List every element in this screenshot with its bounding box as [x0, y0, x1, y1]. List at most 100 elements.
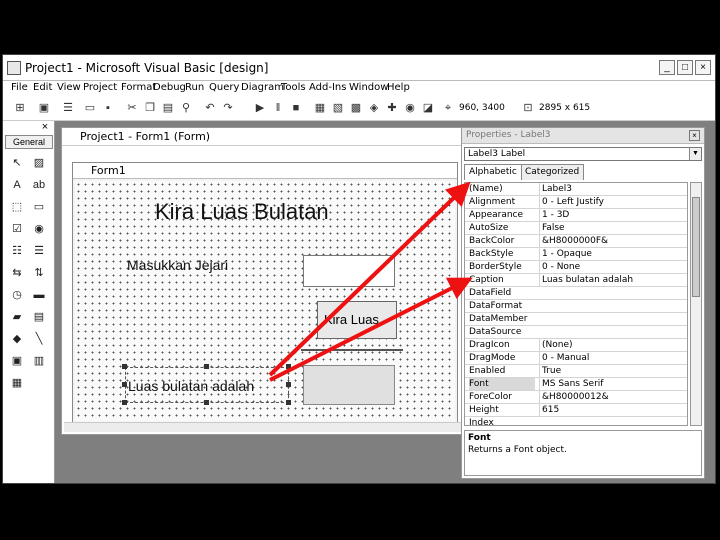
property-row[interactable]: DragMode 0 - Manual — [465, 352, 687, 365]
image-icon[interactable]: ▣ — [9, 353, 25, 369]
commandbutton-icon[interactable]: ▭ — [31, 199, 47, 215]
property-value[interactable]: Label3 — [539, 183, 685, 195]
property-row[interactable]: Caption Luas bulatan adalah — [465, 274, 687, 287]
property-value[interactable]: Luas bulatan adalah — [539, 274, 685, 286]
result-textbox[interactable] — [303, 365, 395, 405]
end-icon[interactable]: ■ — [289, 101, 303, 115]
property-row[interactable]: Index — [465, 417, 687, 425]
toolbox-icon[interactable]: ✚ — [385, 101, 399, 115]
data-icon[interactable]: ▥ — [31, 353, 47, 369]
toolbox-close-button[interactable]: × — [39, 121, 51, 133]
tab-categorized[interactable]: Categorized — [520, 164, 585, 180]
property-row[interactable]: BorderStyle 0 - None — [465, 261, 687, 274]
property-row[interactable]: DataField — [465, 287, 687, 300]
add-project-icon[interactable]: ⊞ — [13, 101, 27, 115]
menu-file[interactable]: File — [11, 82, 28, 93]
resize-handle[interactable] — [122, 382, 127, 387]
cut-icon[interactable]: ✂ — [125, 101, 139, 115]
menu-diagram[interactable]: Diagram — [241, 82, 284, 93]
open-project-icon[interactable]: ▭ — [83, 101, 97, 115]
timer-icon[interactable]: ◷ — [9, 287, 25, 303]
property-row[interactable]: AutoSize False — [465, 222, 687, 235]
redo-icon[interactable]: ↷ — [221, 101, 235, 115]
resize-handle[interactable] — [286, 364, 291, 369]
listbox-icon[interactable]: ☰ — [31, 243, 47, 259]
resize-handle[interactable] — [204, 364, 209, 369]
maximize-button[interactable]: □ — [677, 60, 693, 75]
property-value[interactable]: 615 — [539, 404, 685, 416]
resize-handle[interactable] — [204, 400, 209, 405]
filelistbox-icon[interactable]: ▤ — [31, 309, 47, 325]
menu-view[interactable]: View — [57, 82, 81, 93]
property-value[interactable]: False — [539, 222, 685, 234]
kira-luas-button[interactable]: Kira Luas — [317, 301, 397, 339]
property-row[interactable]: BackStyle 1 - Opaque — [465, 248, 687, 261]
form-canvas[interactable]: Kira Luas Bulatan Masukkan Jejari Kira L… — [75, 181, 455, 421]
menu-debug[interactable]: Debug — [153, 82, 186, 93]
properties-vertical-scrollbar[interactable] — [690, 182, 702, 426]
object-selector[interactable]: Label3 Label ▼ — [464, 147, 702, 161]
toolbox-general-tab[interactable]: General — [5, 135, 53, 149]
checkbox-icon[interactable]: ☑ — [9, 221, 25, 237]
chevron-down-icon[interactable]: ▼ — [689, 148, 701, 160]
radius-textbox[interactable] — [303, 255, 395, 287]
menu-edit[interactable]: Edit — [33, 82, 52, 93]
menu-query[interactable]: Query — [209, 82, 239, 93]
resize-handle[interactable] — [286, 400, 291, 405]
property-row[interactable]: (Name) Label3 — [465, 183, 687, 196]
properties-window-icon[interactable]: ▧ — [331, 101, 345, 115]
data-view-icon[interactable]: ◉ — [403, 101, 417, 115]
menu-tools[interactable]: Tools — [281, 82, 306, 93]
radius-label[interactable]: Masukkan Jejari — [127, 257, 228, 273]
combobox-icon[interactable]: ☷ — [9, 243, 25, 259]
object-browser-icon[interactable]: ◈ — [367, 101, 381, 115]
property-value[interactable]: &H80000012& — [539, 391, 685, 403]
menu-editor-icon[interactable]: ☰ — [61, 101, 75, 115]
save-project-icon[interactable]: ▪ — [101, 101, 115, 115]
line-icon[interactable]: ╲ — [31, 331, 47, 347]
vscrollbar-icon[interactable]: ⇅ — [31, 265, 47, 281]
ole-icon[interactable]: ▦ — [9, 375, 25, 391]
component-manager-icon[interactable]: ◪ — [421, 101, 435, 115]
drivelistbox-icon[interactable]: ▬ — [31, 287, 47, 303]
menu-project[interactable]: Project — [83, 82, 117, 93]
property-value[interactable]: True — [539, 365, 685, 377]
menu-run[interactable]: Run — [185, 82, 204, 93]
property-value[interactable]: MS Sans Serif — [539, 378, 685, 390]
property-value[interactable]: (None) — [539, 339, 685, 351]
menu-add-ins[interactable]: Add-Ins — [309, 82, 346, 93]
form-layout-icon[interactable]: ▩ — [349, 101, 363, 115]
dirlistbox-icon[interactable]: ▰ — [9, 309, 25, 325]
scrollbar-thumb[interactable] — [692, 197, 700, 297]
property-value[interactable]: &H8000000F& — [539, 235, 685, 247]
start-icon[interactable]: ▶ — [253, 101, 267, 115]
menu-help[interactable]: Help — [387, 82, 410, 93]
find-icon[interactable]: ⚲ — [179, 101, 193, 115]
property-row[interactable]: Appearance 1 - 3D — [465, 209, 687, 222]
menu-format[interactable]: Format — [121, 82, 156, 93]
property-value[interactable]: 0 - Left Justify — [539, 196, 685, 208]
paste-icon[interactable]: ▤ — [161, 101, 175, 115]
resize-handle[interactable] — [286, 382, 291, 387]
tab-alphabetic[interactable]: Alphabetic — [464, 164, 522, 180]
property-value[interactable]: 1 - 3D — [539, 209, 685, 221]
close-button[interactable]: × — [695, 60, 711, 75]
title-label[interactable]: Kira Luas Bulatan — [155, 199, 329, 225]
optionbutton-icon[interactable]: ◉ — [31, 221, 47, 237]
property-row[interactable]: DataSource — [465, 326, 687, 339]
resize-handle[interactable] — [122, 364, 127, 369]
property-row[interactable]: DataMember — [465, 313, 687, 326]
property-value[interactable]: 0 - Manual — [539, 352, 685, 364]
property-row[interactable]: DragIcon (None) — [465, 339, 687, 352]
undo-icon[interactable]: ↶ — [203, 101, 217, 115]
property-row[interactable]: Alignment 0 - Left Justify — [465, 196, 687, 209]
pointer-icon[interactable]: ↖ — [9, 155, 25, 171]
result-label[interactable]: Luas bulatan adalah — [125, 367, 289, 403]
label-icon[interactable]: A — [9, 177, 25, 193]
property-row[interactable]: Enabled True — [465, 365, 687, 378]
property-row[interactable]: BackColor &H8000000F& — [465, 235, 687, 248]
property-row[interactable]: Height 615 — [465, 404, 687, 417]
property-value[interactable]: 0 - None — [539, 261, 685, 273]
shape-icon[interactable]: ◆ — [9, 331, 25, 347]
resize-handle[interactable] — [122, 400, 127, 405]
